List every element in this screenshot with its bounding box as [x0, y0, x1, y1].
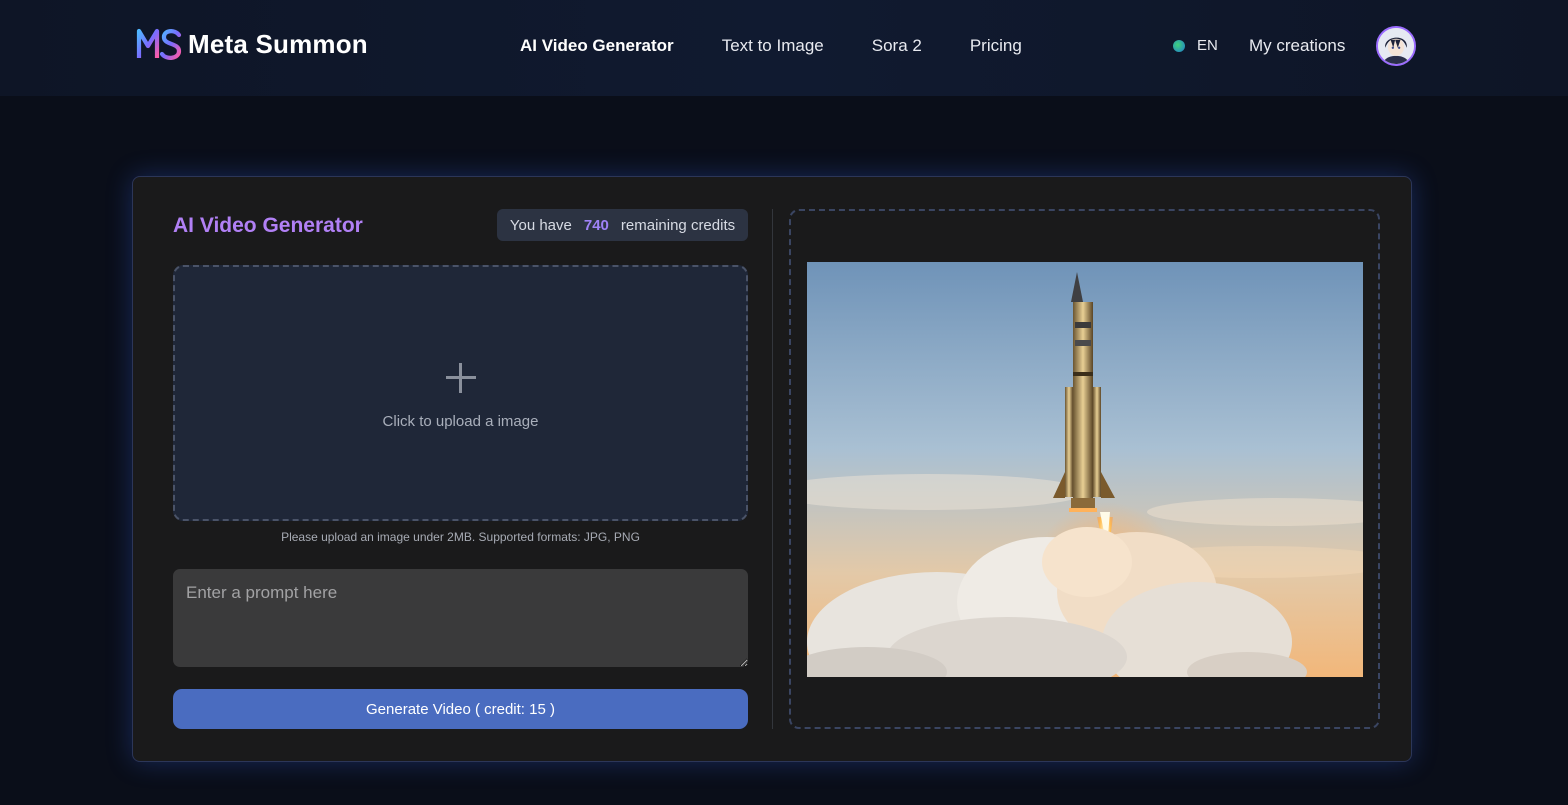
language-label: EN	[1197, 37, 1218, 54]
user-avatar-icon	[1378, 28, 1414, 64]
generator-title: AI Video Generator	[173, 214, 363, 237]
credits-badge: You have 740 remaining credits	[497, 209, 748, 241]
upload-hint: Please upload an image under 2MB. Suppor…	[281, 530, 640, 544]
preview-image	[807, 262, 1363, 677]
credits-suffix: remaining credits	[620, 216, 736, 234]
main-nav: AI Video Generator Text to Image Sora 2 …	[520, 36, 1070, 56]
top-header: Meta Summon AI Video Generator Text to I…	[0, 0, 1568, 96]
brand-name: Meta Summon	[188, 28, 368, 59]
plus-icon	[446, 363, 476, 393]
prompt-input[interactable]	[173, 569, 748, 667]
nav-sora-2[interactable]: Sora 2	[872, 36, 922, 56]
avatar[interactable]	[1376, 26, 1416, 66]
my-creations-link[interactable]: My creations	[1249, 36, 1345, 56]
credits-count: 740	[583, 216, 609, 234]
nav-pricing[interactable]: Pricing	[970, 36, 1022, 56]
nav-ai-video-generator[interactable]: AI Video Generator	[520, 36, 674, 56]
image-upload-dropzone[interactable]: Click to upload a image	[173, 265, 748, 521]
rocket-launch-image	[807, 262, 1363, 677]
upload-label: Click to upload a image	[382, 413, 539, 430]
nav-text-to-image[interactable]: Text to Image	[722, 36, 824, 56]
preview-panel	[789, 209, 1380, 729]
ms-logo-icon	[136, 28, 182, 60]
language-selector[interactable]: EN	[1173, 37, 1218, 54]
brand-logo[interactable]: Meta Summon	[136, 27, 368, 61]
panel-divider	[772, 209, 773, 729]
generator-card: AI Video Generator You have 740 remainin…	[132, 176, 1412, 762]
credits-prefix: You have	[509, 216, 572, 234]
generate-video-button[interactable]: Generate Video ( credit: 15 )	[173, 689, 748, 729]
globe-icon	[1173, 39, 1185, 52]
